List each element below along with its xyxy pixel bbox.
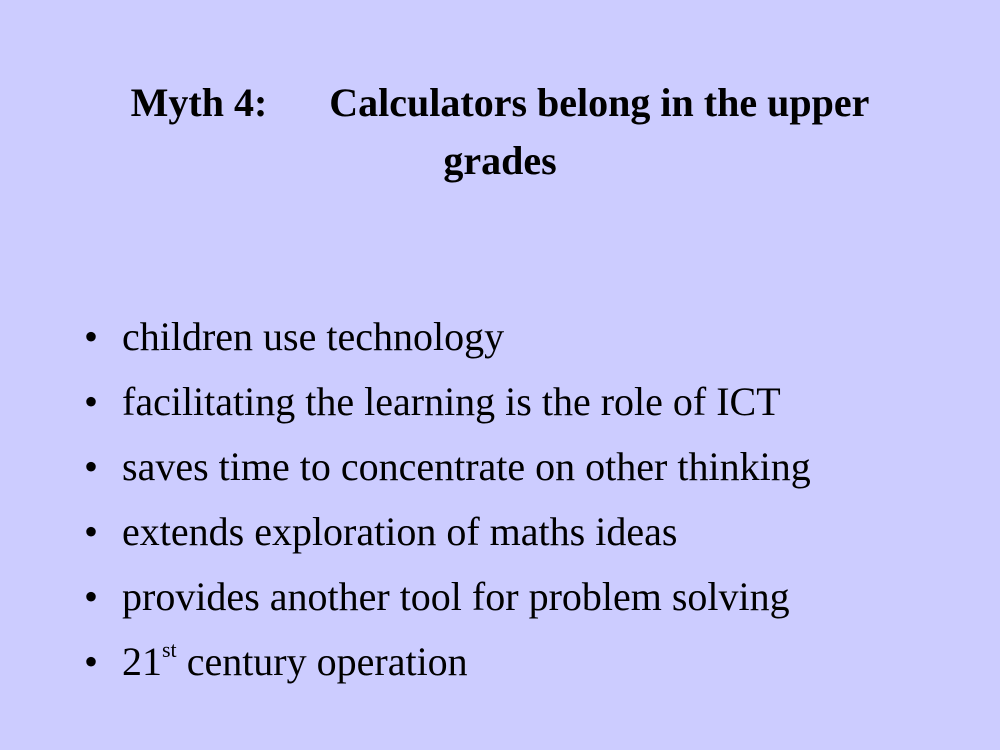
bullet-text: children use technology	[122, 314, 505, 359]
bullet-item: • 21st century operation	[84, 629, 811, 694]
bullet-ordinal-suffix: st	[162, 637, 177, 662]
bullet-text: century operation	[176, 639, 468, 684]
slide-title: Myth 4: Calculators belong in the upper g…	[60, 74, 940, 190]
title-prefix: Myth 4:	[130, 80, 268, 125]
bullet-dot: •	[84, 379, 99, 424]
slide: Myth 4: Calculators belong in the upper g…	[0, 0, 1000, 750]
bullet-dot: •	[84, 639, 99, 684]
title-line-2: grades	[443, 138, 557, 183]
bullet-text: saves time to concentrate on other think…	[122, 444, 811, 489]
bullet-number: 21	[122, 639, 162, 684]
bullet-item: • saves time to concentrate on other thi…	[84, 434, 811, 499]
bullet-dot: •	[84, 509, 99, 554]
bullet-item: • extends exploration of maths ideas	[84, 499, 811, 564]
title-line-1: Calculators belong in the upper	[329, 80, 870, 125]
bullet-list: • children use technology • facilitating…	[84, 304, 811, 694]
bullet-item: • provides another tool for problem solv…	[84, 564, 811, 629]
bullet-dot: •	[84, 314, 99, 359]
bullet-dot: •	[84, 574, 99, 619]
bullet-dot: •	[84, 444, 99, 489]
bullet-item: • facilitating the learning is the role …	[84, 369, 811, 434]
bullet-text: extends exploration of maths ideas	[122, 509, 678, 554]
bullet-text: provides another tool for problem solvin…	[122, 574, 790, 619]
bullet-text: facilitating the learning is the role of…	[122, 379, 781, 424]
bullet-item: • children use technology	[84, 304, 811, 369]
